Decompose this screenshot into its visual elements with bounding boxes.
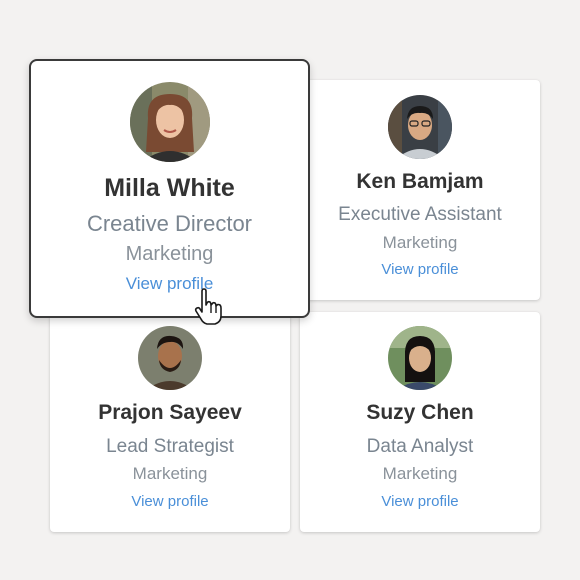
view-profile-link[interactable]: View profile (31, 274, 308, 294)
profile-card-milla-white[interactable]: Milla White Creative Director Marketing … (29, 59, 310, 318)
card-name: Milla White (104, 174, 235, 202)
hand-pointer-icon (193, 288, 227, 326)
avatar (388, 95, 452, 159)
avatar (138, 326, 202, 390)
profile-card-prajon-sayeev[interactable]: Prajon Sayeev Lead Strategist Marketing … (50, 312, 290, 532)
avatar (129, 82, 210, 162)
card-name: Prajon Sayeev (98, 401, 242, 424)
card-role: Creative Director (86, 211, 253, 236)
card-role: Data Analyst (366, 436, 474, 457)
card-name: Ken Bamjam (356, 170, 484, 193)
view-profile-link[interactable]: View profile (300, 493, 540, 510)
card-department: Marketing (125, 243, 214, 265)
avatar (388, 326, 452, 390)
view-profile-link[interactable]: View profile (50, 493, 290, 510)
card-department: Marketing (382, 464, 458, 483)
card-department: Marketing (382, 233, 458, 252)
profile-card-suzy-chen[interactable]: Suzy Chen Data Analyst Marketing View pr… (300, 312, 540, 532)
view-profile-link[interactable]: View profile (300, 261, 540, 278)
card-role: Lead Strategist (106, 436, 234, 457)
card-department: Marketing (132, 464, 208, 483)
card-name: Suzy Chen (366, 401, 474, 424)
profile-card-ken-bamjam[interactable]: Ken Bamjam Executive Assistant Marketing… (300, 80, 540, 300)
card-role: Executive Assistant (338, 204, 502, 225)
